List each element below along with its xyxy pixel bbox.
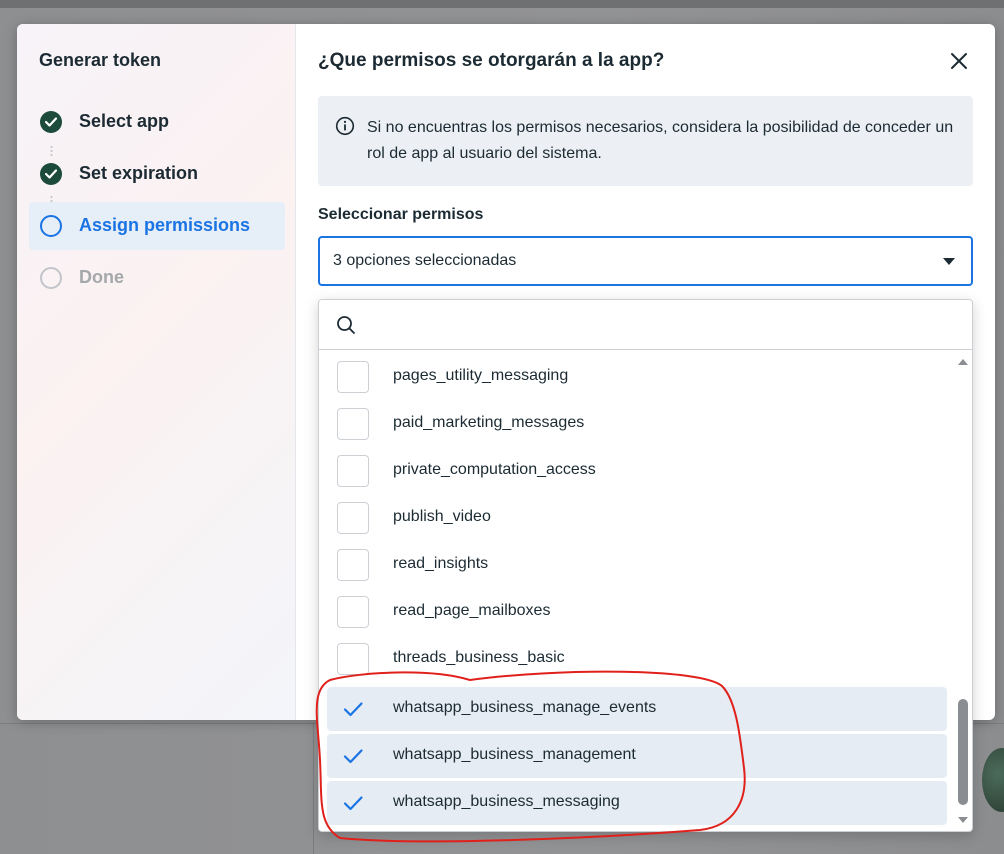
option-row[interactable]: read_page_mailboxes (327, 590, 947, 634)
option-label: whatsapp_business_manage_events (393, 699, 657, 716)
option-row[interactable]: paid_marketing_messages (327, 402, 947, 446)
search-icon (337, 316, 355, 334)
checkbox-checked[interactable] (337, 740, 369, 772)
checkbox-checked[interactable] (337, 787, 369, 819)
step-select-app[interactable]: Select app (29, 98, 285, 146)
dropdown-search (319, 300, 972, 350)
option-label: paid_marketing_messages (393, 414, 585, 431)
step-label: Assign permissions (79, 215, 251, 235)
option-label: pages_utility_messaging (393, 367, 569, 384)
step-label: Done (79, 267, 124, 287)
option-label: publish_video (393, 508, 491, 525)
scroll-up-arrow-icon[interactable] (958, 359, 968, 365)
dialog-title: ¿Que permisos se otorgarán a la app? (318, 50, 665, 71)
option-row-checked[interactable]: whatsapp_business_management (327, 734, 947, 778)
info-text: Si no encuentras los permisos necesarios… (367, 119, 954, 162)
close-icon (951, 53, 967, 69)
select-value: 3 opciones seleccionadas (333, 252, 517, 269)
checkbox[interactable] (337, 596, 369, 628)
option-label: whatsapp_business_messaging (393, 793, 620, 810)
option-label: threads_business_basic (393, 649, 565, 666)
check-circle-icon (40, 111, 62, 133)
checkbox[interactable] (337, 455, 369, 487)
background-edge-text (0, 112, 16, 134)
option-row[interactable]: pages_utility_messaging (327, 355, 947, 399)
scrollbar[interactable] (955, 351, 972, 831)
background-topbar (0, 0, 1004, 8)
info-banner: Si no encuentras los permisos necesarios… (318, 96, 973, 186)
options-list: pages_utility_messaging paid_marketing_m… (319, 351, 955, 831)
scroll-down-arrow-icon[interactable] (958, 817, 968, 823)
step-label: Select app (79, 111, 170, 131)
info-icon (335, 116, 355, 136)
option-row-checked[interactable]: whatsapp_business_manage_events (327, 687, 947, 731)
sidebar-title: Generar token (39, 50, 162, 70)
option-row-checked[interactable]: whatsapp_business_messaging (327, 781, 947, 825)
checkbox[interactable] (337, 643, 369, 675)
option-row[interactable]: private_computation_access (327, 449, 947, 493)
search-input[interactable] (369, 308, 959, 342)
option-label: whatsapp_business_management (393, 746, 636, 763)
checkbox-checked[interactable] (337, 693, 369, 725)
checkbox[interactable] (337, 549, 369, 581)
check-circle-icon (40, 163, 62, 185)
option-label: read_page_mailboxes (393, 602, 551, 619)
pending-circle-icon (40, 267, 62, 289)
step-done[interactable]: Done (29, 254, 285, 302)
checkbox[interactable] (337, 502, 369, 534)
step-label: Set expiration (79, 163, 199, 183)
checkmark-icon (343, 702, 363, 717)
wizard-sidebar: Generar token Select app Set expiration … (17, 24, 296, 720)
active-circle-icon (40, 215, 62, 237)
option-row[interactable]: read_insights (327, 543, 947, 587)
select-permissions-label: Seleccionar permisos (318, 206, 484, 223)
permissions-select[interactable]: 3 opciones seleccionadas (318, 236, 973, 286)
close-button[interactable] (944, 46, 974, 76)
checkmark-icon (343, 749, 363, 764)
step-set-expiration[interactable]: Set expiration (29, 150, 285, 198)
checkbox[interactable] (337, 361, 369, 393)
option-row[interactable]: publish_video (327, 496, 947, 540)
option-label: read_insights (393, 555, 489, 572)
checkbox[interactable] (337, 408, 369, 440)
background-divider-vertical (313, 723, 314, 854)
checkmark-icon (343, 796, 363, 811)
option-row[interactable]: threads_business_basic (327, 637, 947, 681)
option-label: private_computation_access (393, 461, 596, 478)
caret-down-icon (943, 258, 955, 265)
permissions-dropdown: pages_utility_messaging paid_marketing_m… (318, 299, 973, 832)
scrollbar-thumb[interactable] (958, 699, 968, 805)
step-assign-permissions[interactable]: Assign permissions (29, 202, 285, 250)
